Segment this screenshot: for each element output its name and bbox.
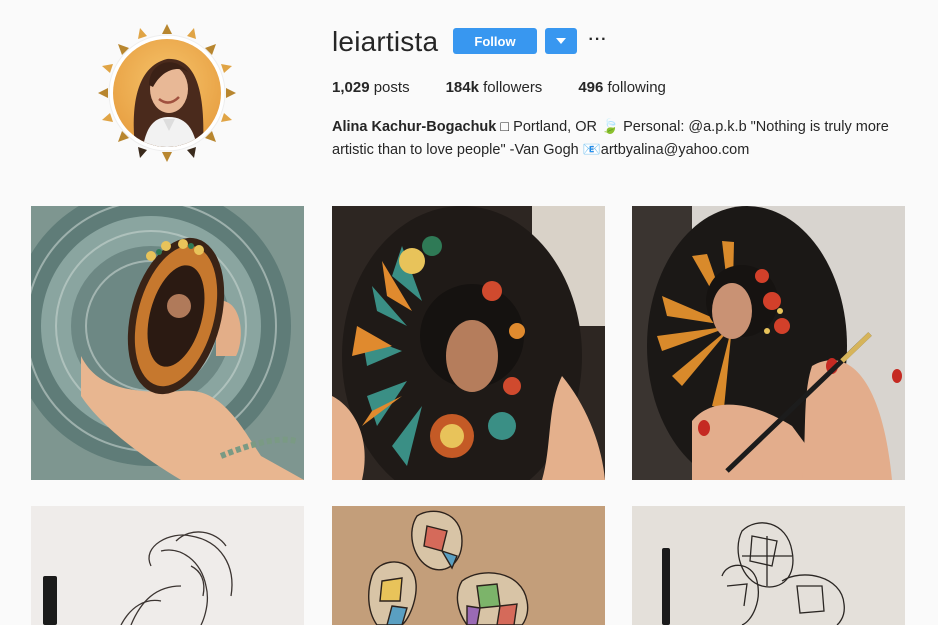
more-options-icon[interactable]: ··· bbox=[588, 30, 608, 50]
following-label: following bbox=[607, 79, 666, 96]
bio-line-1-text: □ Portland, OR 🍃 Personal: @a.p.k.b "Not… bbox=[496, 119, 889, 135]
post-tile-2[interactable] bbox=[332, 206, 605, 480]
post-image-3 bbox=[632, 206, 905, 480]
profile-avatar[interactable] bbox=[96, 22, 238, 164]
post-tile-6[interactable] bbox=[632, 506, 905, 625]
post-tile-5[interactable] bbox=[332, 506, 605, 625]
bio-line-1: Alina Kachur-Bogachuk □ Portland, OR 🍃 P… bbox=[332, 116, 907, 139]
post-image-4 bbox=[31, 506, 304, 625]
bio-line-2: artistic than to love people" -Van Gogh … bbox=[332, 142, 750, 158]
post-image-5 bbox=[332, 506, 605, 625]
follow-dropdown-button[interactable] bbox=[545, 28, 577, 54]
following-count: 496 bbox=[578, 79, 604, 96]
profile-username: leiartista bbox=[332, 26, 439, 57]
follow-button[interactable]: Follow bbox=[453, 28, 537, 54]
posts-stat: 1,029 posts bbox=[332, 79, 410, 96]
profile-bio: Alina Kachur-Bogachuk □ Portland, OR 🍃 P… bbox=[332, 116, 907, 162]
post-image-2 bbox=[332, 206, 605, 480]
followers-count: 184k bbox=[445, 79, 479, 96]
following-stat[interactable]: 496 following bbox=[578, 79, 666, 96]
posts-count: 1,029 bbox=[332, 79, 370, 96]
post-tile-3[interactable] bbox=[632, 206, 905, 480]
post-tile-1[interactable] bbox=[31, 206, 304, 480]
profile-stats: 1,029 posts 184k followers 496 following bbox=[332, 79, 702, 96]
post-image-6 bbox=[632, 506, 905, 625]
avatar-photo bbox=[113, 39, 221, 147]
caret-down-icon bbox=[556, 38, 566, 44]
posts-label: posts bbox=[373, 79, 410, 96]
bio-full-name: Alina Kachur-Bogachuk bbox=[332, 119, 497, 135]
followers-label: followers bbox=[483, 79, 543, 96]
post-image-1 bbox=[31, 206, 304, 480]
post-tile-4[interactable] bbox=[31, 506, 304, 625]
followers-stat[interactable]: 184k followers bbox=[446, 79, 543, 96]
